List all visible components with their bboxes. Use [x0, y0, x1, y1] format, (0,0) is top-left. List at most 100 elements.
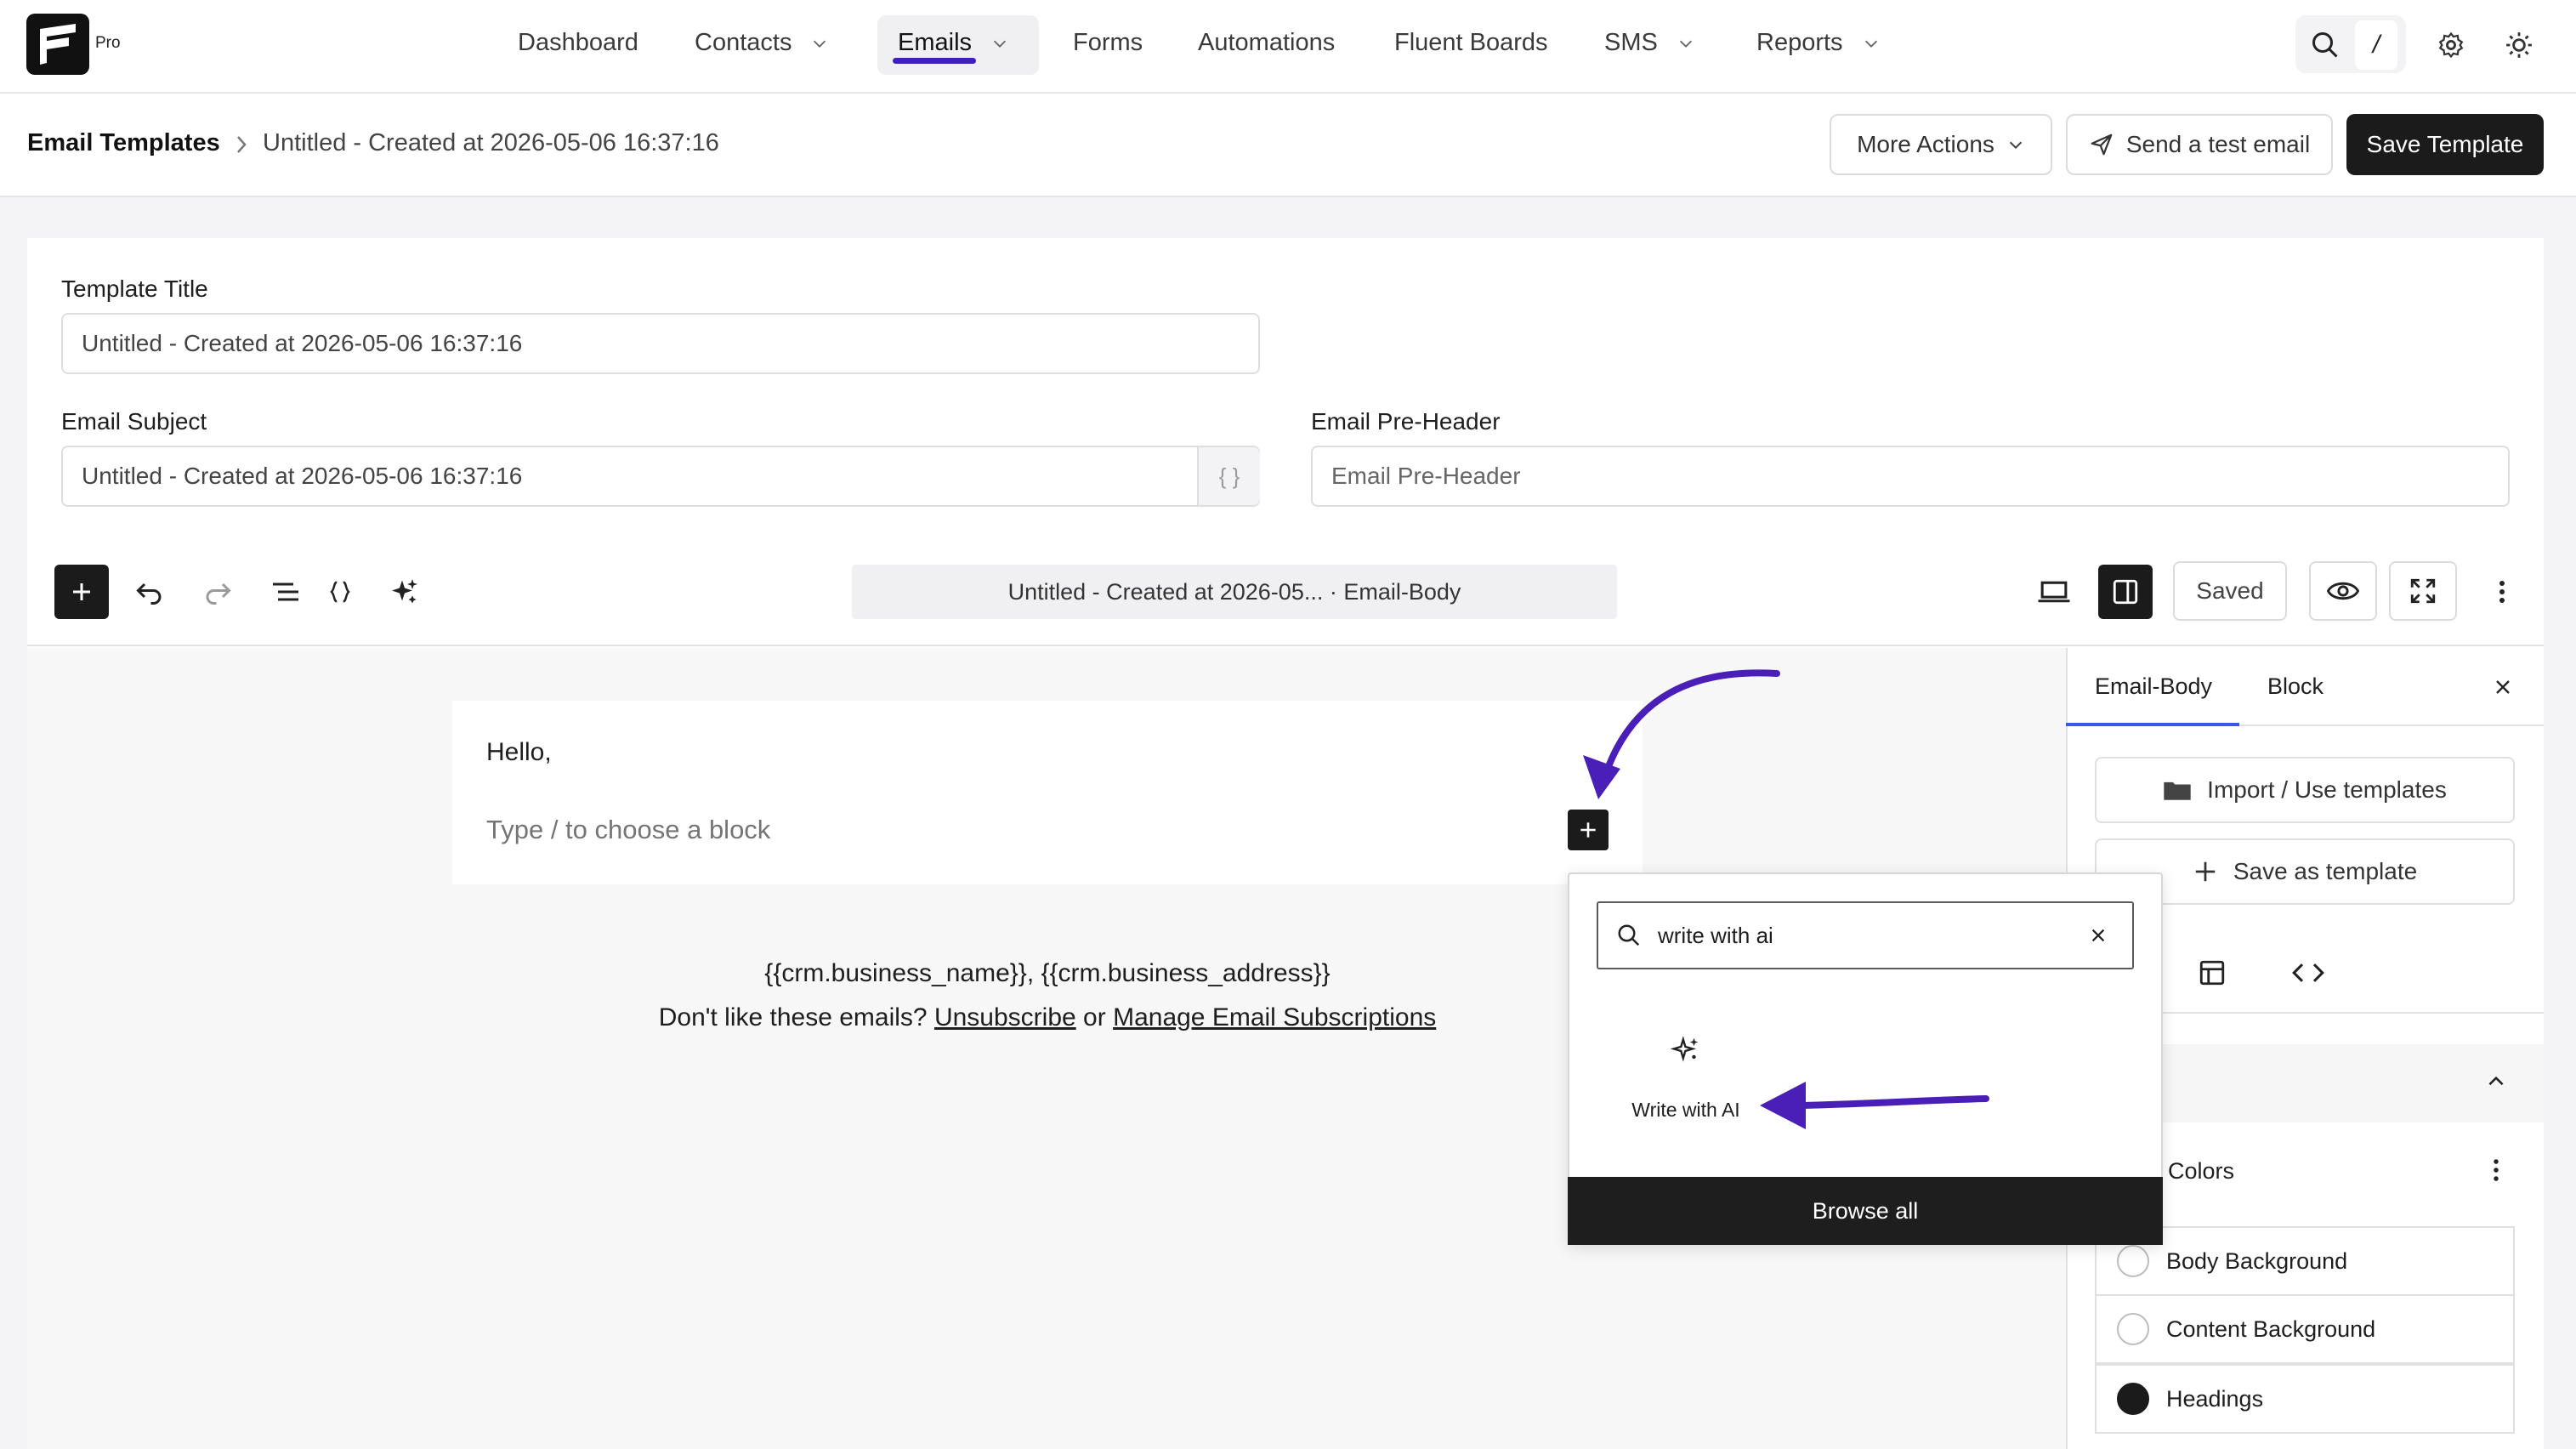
ai-sparkle-icon[interactable]: [384, 573, 425, 611]
desktop-preview-icon[interactable]: [2032, 573, 2076, 611]
nav-item-automations[interactable]: Automations: [1198, 29, 1335, 57]
colors-options-icon[interactable]: [2486, 1153, 2506, 1187]
search-icon[interactable]: [2306, 26, 2345, 65]
nav-label: SMS: [1604, 29, 1658, 56]
fullscreen-button[interactable]: [2389, 561, 2457, 621]
saved-status-button[interactable]: Saved: [2173, 561, 2287, 621]
save-template-button[interactable]: Save Template: [2346, 114, 2544, 175]
eye-icon: [2327, 582, 2359, 600]
plus-icon: [2195, 861, 2216, 882]
manage-subscriptions-link[interactable]: Manage Email Subscriptions: [1113, 1003, 1436, 1031]
list-view-icon[interactable]: [265, 573, 306, 611]
email-subject-label: Email Subject: [61, 408, 207, 435]
send-test-label: Send a test email: [2125, 131, 2311, 157]
breadcrumb-email-templates[interactable]: Email Templates: [27, 129, 220, 157]
send-test-email-button[interactable]: Send a test email: [2066, 114, 2333, 175]
breadcrumb-current: Untitled - Created at 2026-05-06 16:37:1…: [263, 129, 719, 156]
logo-mark-icon: [40, 24, 76, 65]
colors-section-label: Colors: [2168, 1158, 2235, 1184]
nav-label: Emails: [898, 29, 973, 56]
unsubscribe-link[interactable]: Unsubscribe: [934, 1003, 1076, 1031]
pro-badge: Pro: [95, 34, 121, 52]
nav-item-fluent-boards[interactable]: Fluent Boards: [1394, 29, 1548, 57]
tab-email-body[interactable]: Email-Body: [2095, 673, 2212, 700]
plus-icon: [1580, 822, 1596, 838]
nav-item-contacts[interactable]: Contacts: [695, 29, 829, 57]
write-with-ai-block[interactable]: Write with AI: [1615, 1099, 1756, 1122]
folder-icon: [2164, 781, 2191, 800]
block-search-input[interactable]: write with ai: [1597, 901, 2134, 969]
color-label: Body Background: [2166, 1247, 2348, 1274]
merge-tag-button[interactable]: { }: [1197, 447, 1260, 505]
footer-or: or: [1083, 1003, 1106, 1031]
pre-header-input[interactable]: Email Pre-Header: [1311, 446, 2510, 507]
template-title-input[interactable]: Untitled - Created at 2026-05-06 16:37:1…: [61, 313, 1260, 374]
save-template-label: Save Template: [2366, 131, 2524, 157]
browse-all-button[interactable]: Browse all: [1568, 1177, 2163, 1245]
settings-sidebar-toggle[interactable]: [2098, 565, 2153, 619]
code-icon[interactable]: [2287, 954, 2329, 992]
clear-search-icon[interactable]: [2085, 922, 2112, 949]
pre-header-label: Email Pre-Header: [1311, 408, 1501, 435]
email-body-block[interactable]: [452, 701, 1643, 884]
color-headings[interactable]: Headings: [2095, 1364, 2515, 1434]
block-placeholder[interactable]: Type / to choose a block: [486, 815, 770, 845]
more-options-icon[interactable]: [2489, 573, 2515, 611]
footer-prefix: Don't like these emails?: [658, 1003, 928, 1031]
nav-label: Fluent Boards: [1394, 29, 1548, 56]
chevron-down-icon: [814, 40, 826, 48]
write-with-ai-icon[interactable]: [1666, 1031, 1705, 1070]
expand-icon: [2410, 578, 2436, 604]
undo-icon[interactable]: [129, 573, 170, 611]
template-title-label: Template Title: [61, 276, 208, 302]
sun-icon[interactable]: [2499, 26, 2539, 65]
tab-block[interactable]: Block: [2267, 673, 2324, 700]
inline-add-block-button[interactable]: [1568, 810, 1609, 850]
nav-label: Forms: [1073, 29, 1143, 56]
color-swatch: [2117, 1245, 2149, 1277]
email-subject-input[interactable]: Untitled - Created at 2026-05-06 16:37:1…: [61, 446, 1260, 507]
nav-item-dashboard[interactable]: Dashboard: [518, 29, 638, 57]
more-actions-label: More Actions: [1857, 131, 1994, 157]
sidebar-icon: [2113, 579, 2138, 605]
redo-icon[interactable]: [197, 573, 238, 611]
block-inserter-button[interactable]: [54, 565, 109, 619]
nav-label: Automations: [1198, 29, 1336, 56]
color-content-background[interactable]: Content Background: [2095, 1294, 2515, 1364]
import-templates-button[interactable]: Import / Use templates: [2095, 757, 2515, 823]
layout-icon[interactable]: [2193, 954, 2231, 992]
save-as-template-label: Save as template: [2233, 858, 2418, 884]
chevron-up-icon[interactable]: [2482, 1068, 2510, 1095]
nav-item-forms[interactable]: Forms: [1073, 29, 1143, 57]
active-tab-indicator: [2066, 723, 2239, 726]
nav-item-emails[interactable]: Emails: [898, 29, 1009, 57]
close-icon[interactable]: [2488, 672, 2518, 702]
preview-button[interactable]: [2309, 561, 2377, 621]
chevron-right-icon: [237, 136, 247, 153]
chevron-down-icon: [993, 40, 1007, 48]
nav-label: Contacts: [695, 29, 792, 56]
chevron-down-icon: [2009, 141, 2023, 150]
color-swatch: [2117, 1383, 2149, 1415]
chevron-down-icon: [1679, 40, 1692, 48]
nav-item-reports[interactable]: Reports: [1756, 29, 1881, 57]
color-label: Headings: [2166, 1385, 2264, 1412]
nav-label: Reports: [1756, 29, 1843, 56]
more-actions-button[interactable]: More Actions: [1830, 114, 2052, 175]
import-templates-label: Import / Use templates: [2207, 776, 2447, 803]
chevron-down-icon: [1864, 40, 1877, 48]
plus-icon: [73, 583, 90, 600]
nav-label: Dashboard: [518, 29, 638, 56]
color-label: Content Background: [2166, 1315, 2376, 1342]
code-braces-icon[interactable]: [321, 573, 359, 611]
document-title-bar[interactable]: Untitled - Created at 2026-05... · Email…: [852, 565, 1617, 619]
search-icon: [1614, 920, 1644, 951]
send-icon: [2091, 134, 2113, 156]
gear-icon[interactable]: [2431, 26, 2471, 65]
color-swatch: [2117, 1313, 2149, 1345]
search-shortcut-hint: /: [2355, 20, 2397, 70]
nav-item-sms[interactable]: SMS: [1604, 29, 1695, 57]
fluentcrm-logo[interactable]: [26, 14, 89, 75]
greeting-paragraph[interactable]: Hello,: [486, 738, 552, 767]
nav-active-underline: [893, 58, 976, 64]
